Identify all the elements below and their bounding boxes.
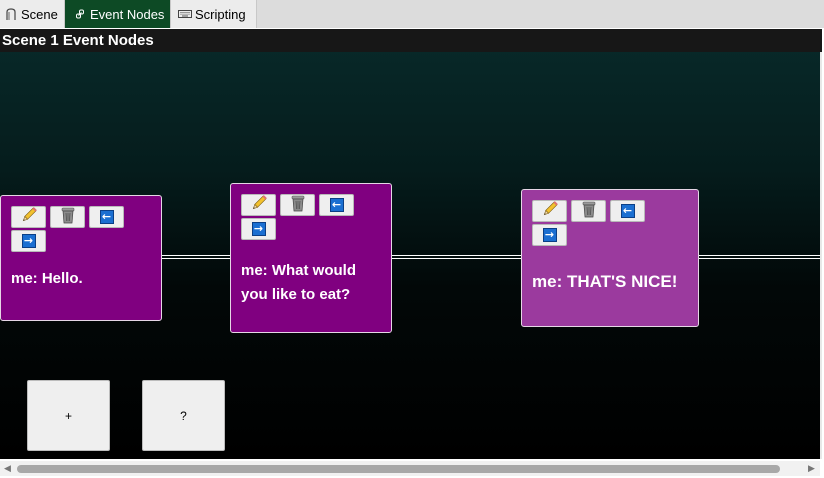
delete-button[interactable] [280, 194, 315, 216]
node-text: me: What would you like to eat? [241, 262, 356, 303]
help-button[interactable]: ? [142, 380, 225, 451]
event-node[interactable]: ← → me: What would you like to eat? [230, 183, 392, 333]
trash-icon [290, 194, 306, 217]
tab-scene[interactable]: Scene [0, 0, 65, 28]
event-node-selected[interactable]: ← → me: THAT'S NICE! [521, 189, 699, 327]
arrow-right-icon: → [21, 234, 36, 248]
tab-bar: Scene Event Nodes Scripting [0, 0, 824, 28]
arrow-left-icon: ← [620, 204, 635, 218]
tab-scripting[interactable]: Scripting [171, 0, 257, 28]
trash-icon [60, 206, 76, 229]
scroll-right-arrow-icon[interactable]: ▶ [808, 463, 815, 474]
move-right-button[interactable]: → [11, 230, 46, 252]
tab-scripting-label: Scripting [195, 6, 246, 22]
arrow-left-icon: ← [99, 210, 114, 224]
tab-event-nodes[interactable]: Event Nodes [65, 0, 171, 28]
pencil-icon [541, 200, 559, 223]
keyboard-icon [178, 7, 192, 21]
link-icon [73, 7, 87, 21]
edit-button[interactable] [11, 206, 46, 228]
pencil-icon [20, 206, 38, 229]
add-node-button[interactable]: + [27, 380, 110, 451]
arrow-right-icon: → [542, 228, 557, 242]
tab-event-nodes-label: Event Nodes [90, 6, 165, 22]
event-node-canvas[interactable]: Scene 1 Event Nodes ← → me: Hello. ← → m… [0, 29, 822, 459]
scene-icon [4, 7, 18, 21]
editor-title: Scene 1 Event Nodes [0, 29, 822, 52]
move-left-button[interactable]: ← [610, 200, 645, 222]
node-text: me: THAT'S NICE! [532, 272, 678, 291]
move-left-button[interactable]: ← [319, 194, 354, 216]
pencil-icon [250, 194, 268, 217]
trash-icon [581, 200, 597, 223]
delete-button[interactable] [571, 200, 606, 222]
delete-button[interactable] [50, 206, 85, 228]
scroll-thumb[interactable] [17, 465, 780, 473]
connector-line [699, 255, 820, 259]
edit-button[interactable] [241, 194, 276, 216]
move-right-button[interactable]: → [532, 224, 567, 246]
node-text: me: Hello. [11, 270, 83, 287]
horizontal-scrollbar[interactable]: ◀ ▶ [0, 461, 820, 476]
event-node[interactable]: ← → me: Hello. [0, 195, 162, 321]
tab-scene-label: Scene [21, 6, 58, 22]
connector-line [162, 255, 230, 259]
move-left-button[interactable]: ← [89, 206, 124, 228]
scroll-left-arrow-icon[interactable]: ◀ [4, 463, 11, 474]
move-right-button[interactable]: → [241, 218, 276, 240]
connector-line [392, 255, 521, 259]
arrow-right-icon: → [251, 222, 266, 236]
edit-button[interactable] [532, 200, 567, 222]
arrow-left-icon: ← [329, 198, 344, 212]
